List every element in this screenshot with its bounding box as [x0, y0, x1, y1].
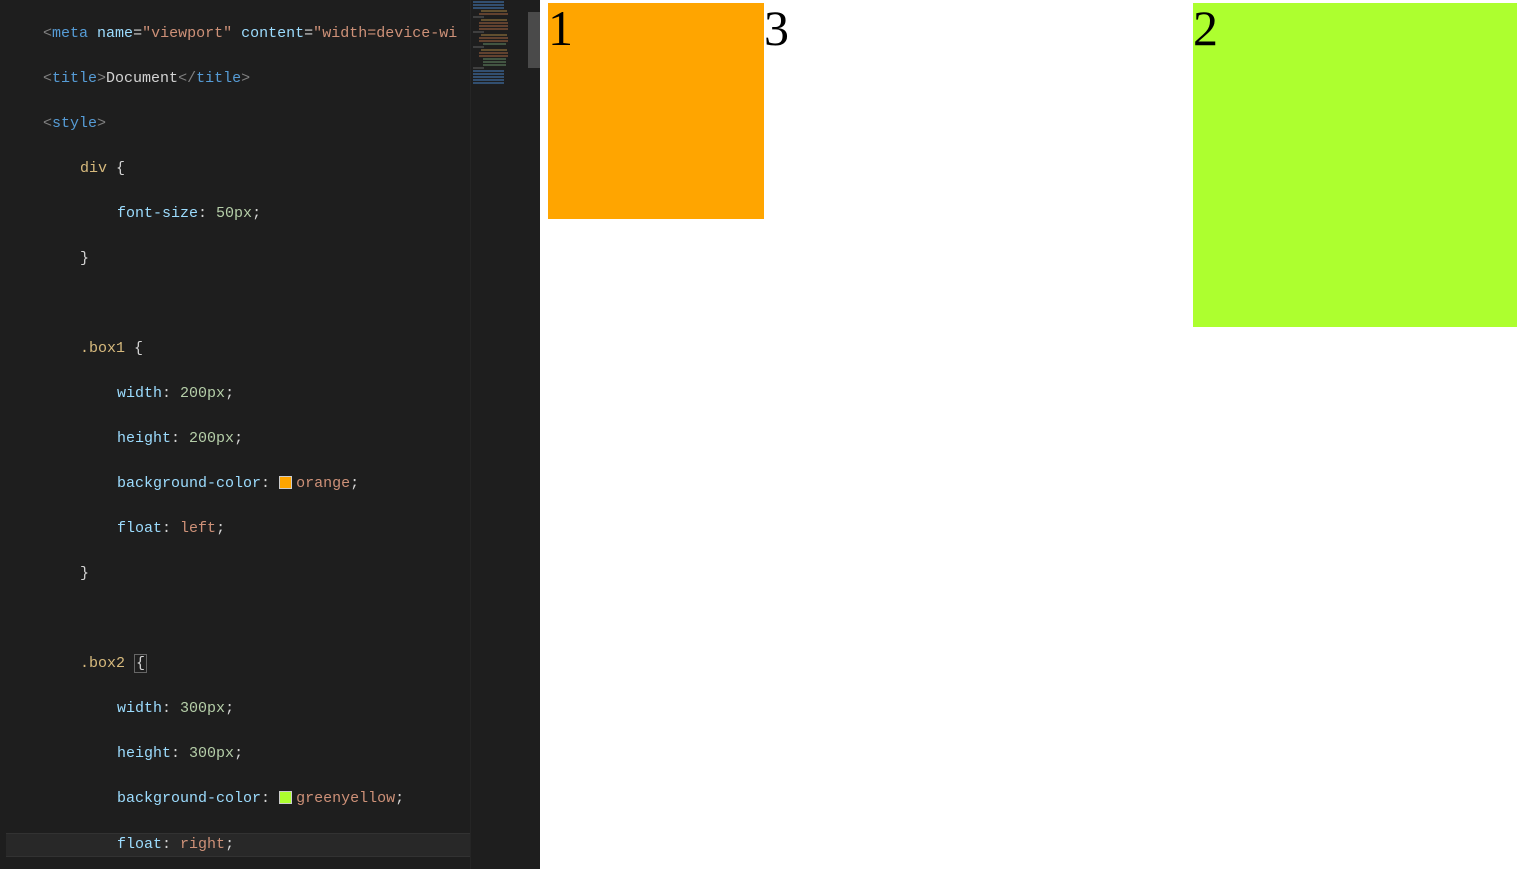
box1-float: left [180, 520, 216, 537]
box2-float: right [180, 836, 225, 853]
meta-name: viewport [151, 25, 223, 42]
browser-preview-pane: 1 2 3 [540, 0, 1517, 869]
box2-bg: greenyellow [296, 790, 395, 807]
preview-box-2: 2 [1193, 3, 1517, 327]
meta-content: width=device-wi [322, 25, 457, 42]
minimap[interactable] [470, 0, 528, 869]
code-area[interactable]: <meta name="viewport" content="width=dev… [0, 0, 540, 869]
box1-bg: orange [296, 475, 350, 492]
box1-height: 200px [189, 430, 234, 447]
box1-width: 200px [180, 385, 225, 402]
box2-width: 300px [180, 700, 225, 717]
color-swatch-orange [279, 476, 292, 489]
scroll-thumb[interactable] [528, 12, 540, 68]
code-editor-pane[interactable]: <meta name="viewport" content="width=dev… [0, 0, 540, 869]
title-text: Document [106, 70, 178, 87]
box2-height: 300px [189, 745, 234, 762]
vertical-scrollbar[interactable] [528, 0, 540, 869]
div-font-size: 50px [216, 205, 252, 222]
preview-box-1: 1 [548, 3, 764, 219]
color-swatch-greenyellow [279, 791, 292, 804]
